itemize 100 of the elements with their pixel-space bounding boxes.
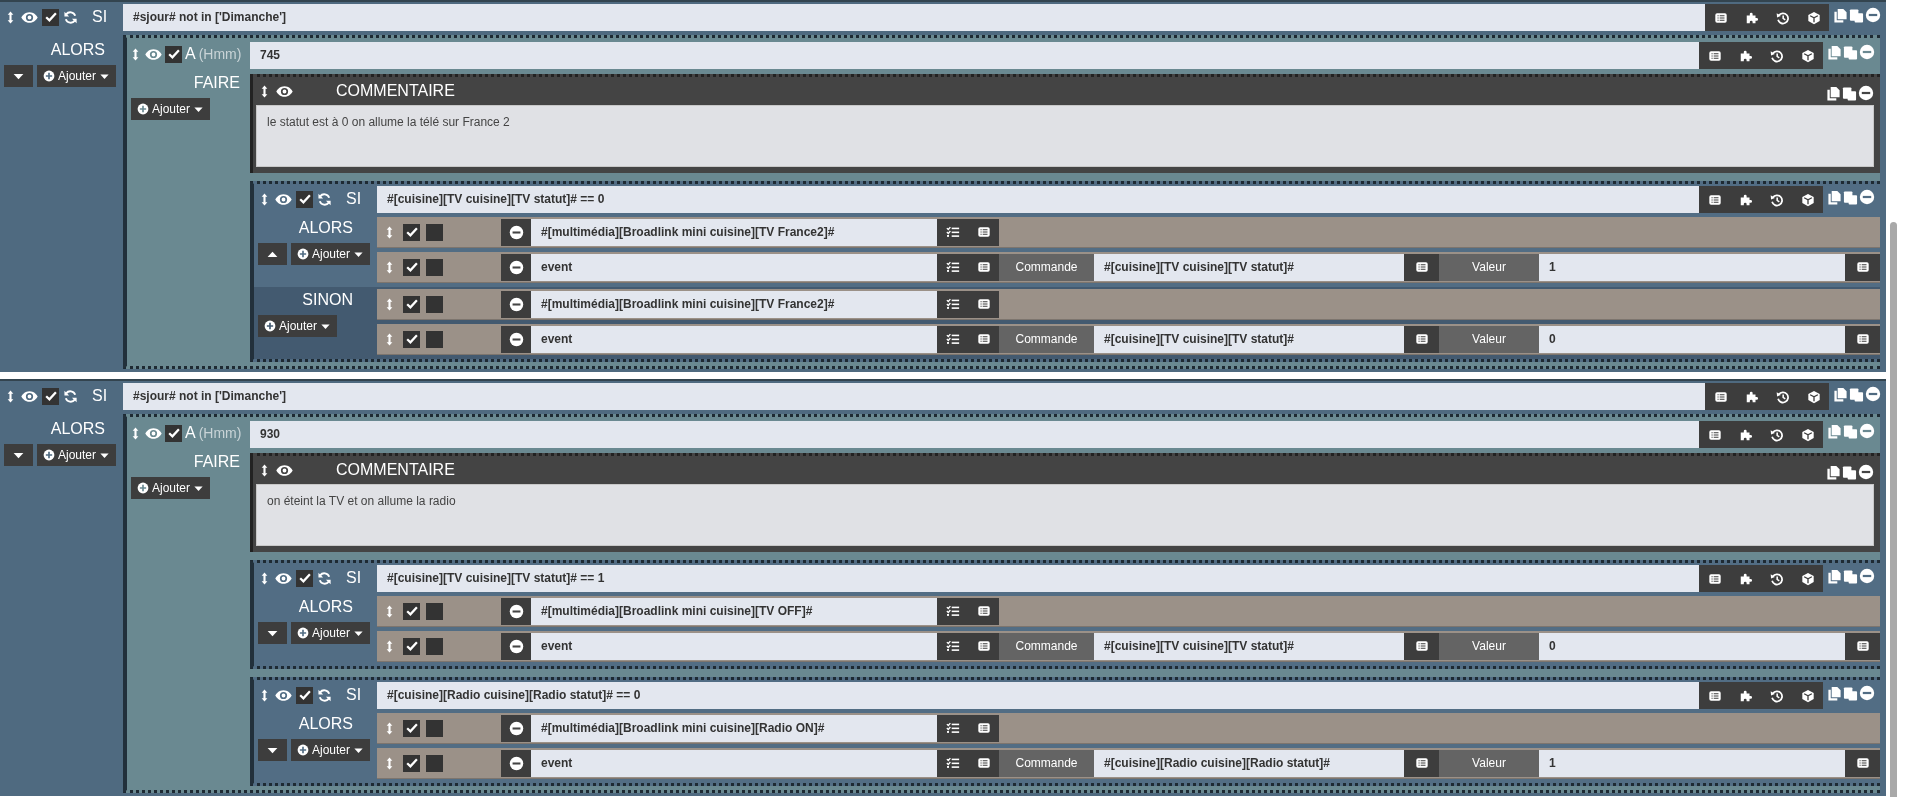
remove-button[interactable] — [501, 218, 531, 246]
list-icon[interactable] — [1707, 192, 1722, 207]
list-icon[interactable] — [1707, 688, 1722, 703]
copy-icon[interactable] — [1827, 685, 1842, 701]
copy-icon[interactable] — [1833, 386, 1848, 402]
remove-button[interactable] — [501, 325, 531, 353]
plus-icon[interactable] — [43, 449, 55, 461]
list-icon[interactable] — [1707, 571, 1722, 586]
remove-button[interactable] — [501, 749, 531, 777]
remove-icon[interactable] — [1865, 7, 1881, 23]
list-button[interactable] — [1845, 749, 1880, 777]
option-field[interactable]: 0 — [1539, 632, 1845, 660]
list-icon[interactable] — [1855, 260, 1870, 274]
history-icon[interactable] — [1769, 192, 1784, 207]
cube-icon[interactable] — [1800, 427, 1815, 442]
time-field[interactable]: 930 — [250, 421, 1699, 448]
checkbox[interactable] — [403, 330, 420, 348]
scrollbar-thumb[interactable] — [1890, 222, 1897, 797]
remove-button[interactable] — [501, 632, 531, 660]
list-button[interactable] — [1404, 632, 1439, 660]
list-icon[interactable] — [976, 260, 991, 274]
paste-icon[interactable] — [1843, 568, 1858, 584]
puzzle-icon[interactable] — [1738, 427, 1753, 442]
history-icon[interactable] — [1769, 571, 1784, 586]
plus-icon[interactable] — [297, 744, 309, 756]
list-icon[interactable] — [1855, 332, 1870, 346]
command-field[interactable]: #[multimédia][Broadlink mini cuisine][Radio ON]# — [531, 714, 937, 742]
minus-icon[interactable] — [508, 603, 524, 619]
checkbox[interactable] — [403, 637, 420, 655]
plus-icon[interactable] — [137, 103, 149, 115]
checkbox[interactable] — [42, 8, 59, 26]
tasks-icon[interactable] — [945, 332, 960, 346]
tasks-icon[interactable] — [945, 297, 960, 311]
add-button[interactable]: Ajouter — [37, 444, 117, 466]
checkbox[interactable] — [403, 223, 420, 241]
copy-icon[interactable] — [1833, 7, 1848, 23]
copy-icon[interactable] — [1827, 189, 1842, 205]
checkbox[interactable] — [426, 258, 443, 276]
command-field[interactable]: #[multimédia][Broadlink mini cuisine][TV France2]# — [531, 290, 937, 318]
list-icon[interactable] — [1855, 639, 1870, 653]
condition-field[interactable]: #[cuisine][TV cuisine][TV statut]# == 1 — [377, 565, 1699, 592]
history-icon[interactable] — [1769, 427, 1784, 442]
minus-icon[interactable] — [508, 331, 524, 347]
add-button[interactable]: Ajouter — [291, 243, 371, 265]
tasks-icon[interactable] — [945, 639, 960, 653]
puzzle-icon[interactable] — [1744, 10, 1759, 25]
list-icon[interactable] — [1707, 427, 1722, 442]
history-icon[interactable] — [1769, 688, 1784, 703]
add-button[interactable]: Ajouter — [37, 65, 117, 87]
tasks-icon[interactable] — [945, 721, 960, 735]
add-button[interactable]: Ajouter — [131, 477, 211, 499]
list-icon[interactable] — [976, 604, 991, 618]
list-button[interactable] — [1845, 325, 1880, 353]
collapse-button[interactable] — [258, 622, 287, 644]
option-field[interactable]: 1 — [1539, 253, 1845, 281]
list-icon[interactable] — [1414, 756, 1429, 770]
remove-icon[interactable] — [1859, 685, 1875, 701]
refresh-icon[interactable] — [317, 570, 332, 586]
list-icon[interactable] — [976, 721, 991, 735]
command-field[interactable]: event — [531, 325, 937, 353]
copy-icon[interactable] — [1826, 464, 1841, 480]
option-field[interactable]: #[cuisine][Radio cuisine][Radio statut]# — [1094, 749, 1404, 777]
list-icon[interactable] — [1855, 756, 1870, 770]
command-field[interactable]: event — [531, 749, 937, 777]
list-button[interactable] — [1845, 253, 1880, 281]
history-icon[interactable] — [1775, 389, 1790, 404]
checkbox[interactable] — [296, 190, 313, 208]
remove-icon[interactable] — [1858, 464, 1874, 480]
checkbox[interactable] — [403, 258, 420, 276]
checkbox[interactable] — [403, 754, 420, 772]
add-button[interactable]: Ajouter — [258, 315, 338, 337]
condition-field[interactable]: #sjour# not in ['Dimanche'] — [123, 383, 1705, 410]
refresh-icon[interactable] — [317, 191, 332, 207]
checkbox[interactable] — [403, 295, 420, 313]
cube-icon[interactable] — [1800, 48, 1815, 63]
remove-icon[interactable] — [1858, 85, 1874, 101]
condition-field[interactable]: #[cuisine][TV cuisine][TV statut]# == 0 — [377, 186, 1699, 213]
puzzle-icon[interactable] — [1744, 389, 1759, 404]
tasks-icon[interactable] — [945, 756, 960, 770]
list-icon[interactable] — [1707, 48, 1722, 63]
checkbox[interactable] — [426, 295, 443, 313]
collapse-button[interactable] — [4, 444, 33, 466]
cube-icon[interactable] — [1800, 688, 1815, 703]
collapse-button[interactable] — [258, 243, 287, 265]
list-button[interactable] — [1404, 749, 1439, 777]
cube-icon[interactable] — [1800, 192, 1815, 207]
checkbox[interactable] — [426, 330, 443, 348]
command-field[interactable]: #[multimédia][Broadlink mini cuisine][TV France2]# — [531, 218, 937, 246]
minus-icon[interactable] — [508, 224, 524, 240]
remove-button[interactable] — [501, 253, 531, 281]
command-field[interactable]: event — [531, 632, 937, 660]
command-field[interactable]: #[multimédia][Broadlink mini cuisine][TV OFF]# — [531, 597, 937, 625]
plus-icon[interactable] — [264, 320, 276, 332]
list-button[interactable] — [1404, 325, 1439, 353]
puzzle-icon[interactable] — [1738, 48, 1753, 63]
remove-button[interactable] — [501, 290, 531, 318]
puzzle-icon[interactable] — [1738, 571, 1753, 586]
remove-icon[interactable] — [1859, 568, 1875, 584]
plus-icon[interactable] — [297, 627, 309, 639]
list-icon[interactable] — [976, 225, 991, 239]
